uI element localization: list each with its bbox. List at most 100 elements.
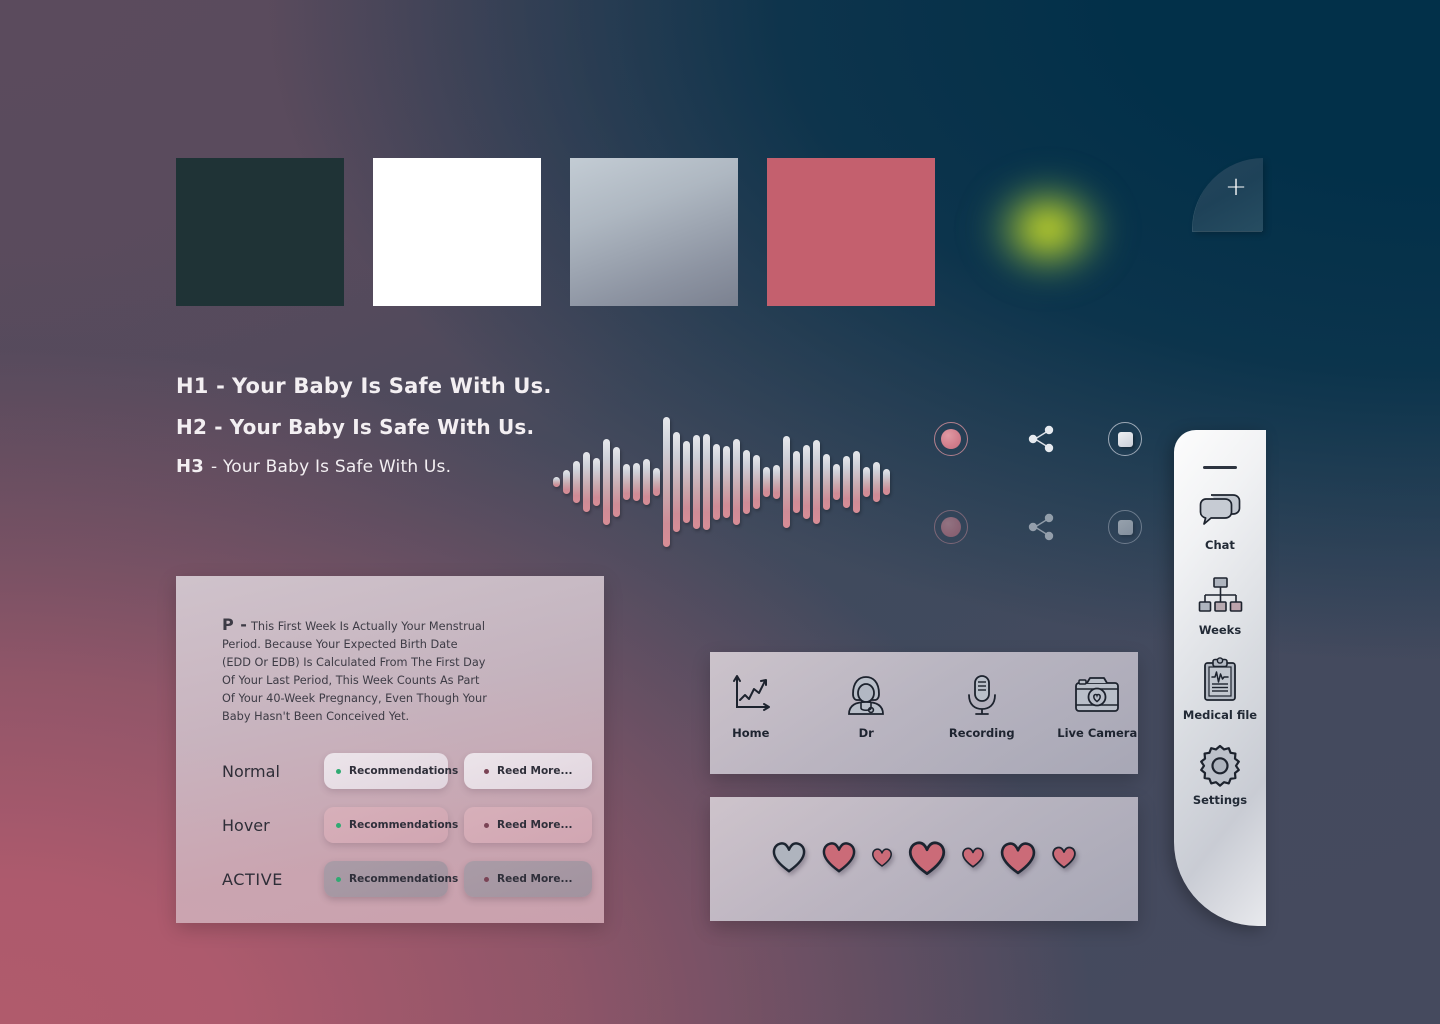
state-label-normal: Normal xyxy=(222,761,280,781)
state-label-active: ACTIVE xyxy=(222,869,283,889)
side-nav-item-medical-file[interactable]: Medical file xyxy=(1174,657,1266,722)
waveform-bar xyxy=(593,458,600,506)
waveform-bar xyxy=(773,465,780,499)
heart-icon[interactable] xyxy=(821,840,857,873)
recommendations-button-label: Recommendations xyxy=(349,819,459,831)
nav-label-recording: Recording xyxy=(948,726,1015,740)
recommendations-button-hover[interactable]: Recommendations xyxy=(324,807,458,843)
heart-icon[interactable] xyxy=(871,847,893,867)
camera-icon xyxy=(1073,670,1121,716)
waveform-bar xyxy=(623,464,630,500)
recommendations-button-label: Recommendations xyxy=(349,873,459,885)
waveform-bar xyxy=(783,436,790,528)
waveform-bar xyxy=(793,451,800,513)
nav-item-live-camera[interactable]: Live Camera xyxy=(1057,670,1139,740)
side-navigation-panel: Chat Weeks Medical file Settings xyxy=(1174,430,1266,926)
side-nav-label-medical-file: Medical file xyxy=(1182,708,1258,722)
type-specimen-h1: H1 - Your Baby Is Safe With Us. xyxy=(176,374,552,398)
heart-icon[interactable] xyxy=(961,846,985,868)
waveform-bar xyxy=(863,467,870,497)
recommendations-button-normal[interactable]: Recommendations xyxy=(324,753,458,789)
record-button[interactable] xyxy=(930,418,972,460)
read-more-button-normal[interactable]: Reed More... xyxy=(464,753,592,789)
type-text-h2: Your Baby Is Safe With Us. xyxy=(229,415,535,439)
status-dot-icon xyxy=(484,876,489,882)
microphone-icon xyxy=(959,670,1005,716)
side-nav-item-chat[interactable]: Chat xyxy=(1174,489,1266,552)
waveform-bar xyxy=(873,462,880,502)
nav-item-recording[interactable]: Recording xyxy=(941,670,1023,740)
swatch-silver-gradient[interactable] xyxy=(570,158,738,306)
type-tag-h2: H2 - xyxy=(176,415,223,439)
paragraph-block: P - This First Week Is Actually Your Men… xyxy=(222,616,490,726)
button-state-row-normal: Normal Recommendations Reed More... xyxy=(222,744,594,798)
bottom-navigation-bar: Home Dr Recording Live Camera xyxy=(710,652,1138,774)
swatch-dark-teal[interactable] xyxy=(176,158,344,306)
hierarchy-icon xyxy=(1198,574,1243,616)
read-more-button-active[interactable]: Reed More... xyxy=(464,861,592,897)
swatch-rose[interactable] xyxy=(767,158,935,306)
record-button-inactive[interactable] xyxy=(930,506,972,548)
chart-line-icon xyxy=(728,670,774,716)
type-specimen-h2: H2 - Your Baby Is Safe With Us. xyxy=(176,415,552,439)
type-tag-h1: H1 - xyxy=(176,374,226,398)
waveform-bar xyxy=(653,468,660,496)
swatch-white[interactable] xyxy=(373,158,541,306)
doctor-icon xyxy=(843,670,889,716)
read-more-button-label: Reed More... xyxy=(497,873,573,885)
recommendations-button-active[interactable]: Recommendations xyxy=(324,861,458,897)
chat-bubbles-icon xyxy=(1197,489,1243,531)
plus-icon: + xyxy=(1225,171,1247,202)
waveform-bar xyxy=(613,447,620,517)
drag-handle[interactable] xyxy=(1203,466,1237,469)
heart-icon[interactable] xyxy=(907,839,947,876)
components-card: P - This First Week Is Actually Your Men… xyxy=(176,576,604,923)
paragraph-tag: P - xyxy=(222,615,248,634)
share-button[interactable] xyxy=(1020,418,1062,460)
side-nav-label-settings: Settings xyxy=(1192,793,1248,807)
stop-button[interactable] xyxy=(1104,418,1146,460)
button-state-row-active: ACTIVE Recommendations Reed More... xyxy=(222,852,594,906)
heart-icon[interactable] xyxy=(999,840,1037,875)
media-controls xyxy=(930,418,1146,594)
waveform-bar xyxy=(633,463,640,501)
type-text-h3: - Your Baby Is Safe With Us. xyxy=(211,457,452,477)
nav-item-home[interactable]: Home xyxy=(710,670,792,740)
waveform-bar xyxy=(823,454,830,510)
waveform-bar xyxy=(683,441,690,523)
read-more-button-label: Reed More... xyxy=(497,819,573,831)
side-nav-item-settings[interactable]: Settings xyxy=(1174,744,1266,807)
button-state-list: Normal Recommendations Reed More... Hove… xyxy=(222,744,594,906)
waveform-bar xyxy=(703,434,710,530)
nav-label-live-camera: Live Camera xyxy=(1057,726,1138,740)
read-more-button-hover[interactable]: Reed More... xyxy=(464,807,592,843)
color-palette-row xyxy=(176,158,1161,306)
paragraph-text: This First Week Is Actually Your Menstru… xyxy=(222,620,487,723)
side-nav-item-weeks[interactable]: Weeks xyxy=(1174,574,1266,637)
status-dot-icon xyxy=(336,822,341,828)
record-icon xyxy=(934,510,968,544)
swatch-lime-glow[interactable] xyxy=(964,158,1132,306)
waveform-bar xyxy=(883,469,890,495)
nav-item-dr[interactable]: Dr xyxy=(826,670,908,740)
clipboard-heartbeat-icon xyxy=(1200,657,1240,701)
share-icon xyxy=(1028,425,1054,453)
heart-icon[interactable] xyxy=(1051,845,1077,869)
share-icon xyxy=(1028,513,1054,541)
waveform-bar xyxy=(803,445,810,519)
media-controls-row-normal xyxy=(930,418,1146,460)
waveform-bar xyxy=(573,461,580,503)
type-tag-h3: H3 xyxy=(176,456,204,477)
status-dot-icon xyxy=(336,768,341,774)
waveform-bar xyxy=(663,417,670,547)
record-icon xyxy=(934,422,968,456)
waveform-bar xyxy=(713,444,720,520)
state-label-hover: Hover xyxy=(222,815,270,835)
gear-icon xyxy=(1198,744,1242,787)
side-nav-label-chat: Chat xyxy=(1205,538,1235,552)
waveform-bar xyxy=(693,435,700,529)
audio-waveform[interactable] xyxy=(553,408,890,556)
stop-button-inactive[interactable] xyxy=(1104,506,1146,548)
heart-icon[interactable] xyxy=(771,840,807,873)
share-button-inactive[interactable] xyxy=(1020,506,1062,548)
